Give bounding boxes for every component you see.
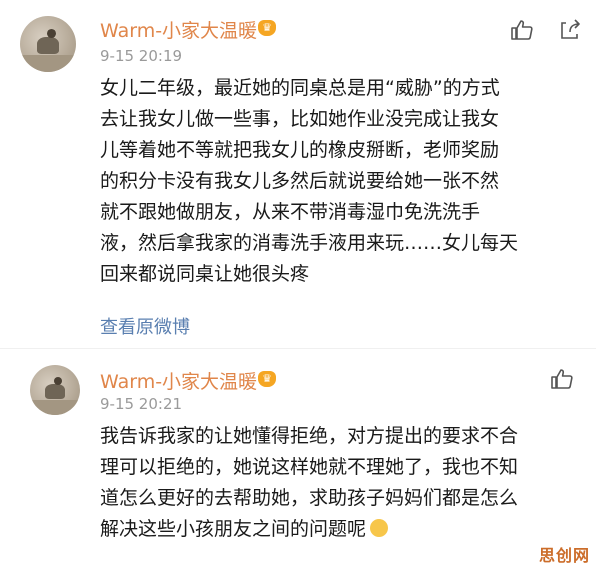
view-original-link[interactable]: 查看原微博	[100, 313, 190, 339]
username[interactable]: Warm-小家大温暖	[100, 16, 257, 43]
reply-time: 9-15 20:21	[100, 395, 183, 413]
post-time: 9-15 20:19	[100, 47, 183, 65]
reply-line: 理可以拒绝的，她说这样她就不理她了，我也不知	[100, 456, 519, 478]
comment-post: Warm-小家大温暖 ♛ 9-15 20:19 女儿二年级，最近她的同桌总是用“…	[0, 0, 596, 348]
post-line: 的积分卡没有我女儿多然后就说要给她一张不然	[100, 170, 500, 192]
laughing-emoji-icon	[370, 519, 389, 537]
thumb-up-icon[interactable]	[550, 367, 574, 391]
watermark: 思创网	[538, 546, 590, 565]
crown-badge-icon: ♛	[258, 20, 276, 36]
avatar[interactable]	[30, 365, 80, 415]
post-line: 去让我女儿做一些事，比如她作业没完成让我女	[100, 108, 500, 130]
post-line: 就不跟她做朋友，从来不带消毒湿巾免洗洗手	[100, 201, 481, 223]
username[interactable]: Warm-小家大温暖	[100, 367, 257, 394]
thumb-up-icon[interactable]	[510, 18, 534, 42]
crown-badge-icon: ♛	[258, 371, 276, 387]
post-line: 回来都说同桌让她很头疼	[100, 263, 310, 285]
post-line: 液，然后拿我家的消毒洗手液用来玩……女儿每天	[100, 232, 519, 254]
post-line: 儿等着她不等就把我女儿的橡皮掰断，老师奖励	[100, 139, 500, 161]
avatar[interactable]	[20, 16, 76, 72]
post-line: 女儿二年级，最近她的同桌总是用“威胁”的方式	[100, 77, 500, 99]
reply-line-last: 解决这些小孩朋友之间的问题呢	[100, 514, 389, 545]
share-icon[interactable]	[558, 18, 582, 42]
reply-line: 解决这些小孩朋友之间的问题呢	[100, 518, 367, 540]
reply-line: 道怎么更好的去帮助她，求助孩子妈妈们都是怎么	[100, 487, 519, 509]
reply-post: Warm-小家大温暖 ♛ 9-15 20:21 我告诉我家的让她懂得拒绝，对方提…	[0, 348, 596, 570]
reply-line: 我告诉我家的让她懂得拒绝，对方提出的要求不合	[100, 425, 519, 447]
